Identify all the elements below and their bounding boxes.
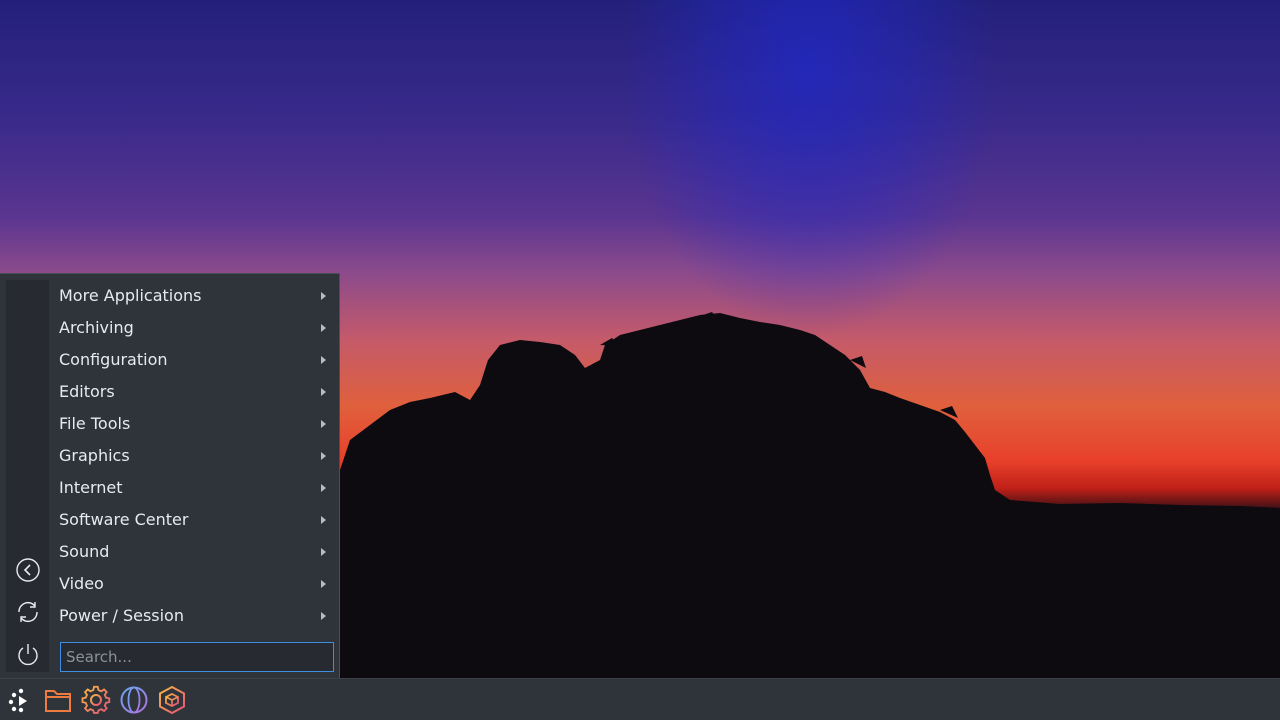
submenu-arrow-icon — [321, 548, 326, 556]
menu-item-editors[interactable]: Editors — [49, 376, 335, 408]
menu-item-label: File Tools — [59, 414, 131, 433]
submenu-arrow-icon — [321, 484, 326, 492]
package-manager-launcher[interactable] — [156, 684, 188, 716]
menu-item-internet[interactable]: Internet — [49, 472, 335, 504]
menu-item-more-applications[interactable]: More Applications — [49, 280, 335, 312]
app-menu-button[interactable] — [3, 684, 35, 716]
refresh-icon — [18, 602, 38, 622]
submenu-arrow-icon — [321, 452, 326, 460]
menu-item-label: Power / Session — [59, 606, 184, 625]
menu-item-power-session[interactable]: Power / Session — [49, 600, 335, 632]
menu-item-label: Archiving — [59, 318, 134, 337]
back-button[interactable] — [14, 556, 42, 584]
submenu-arrow-icon — [321, 388, 326, 396]
power-button[interactable] — [14, 640, 42, 668]
menu-item-label: Video — [59, 574, 104, 593]
menu-category-list: More Applications Archiving Configuratio… — [49, 280, 335, 632]
menu-item-label: More Applications — [59, 286, 202, 305]
file-manager-launcher[interactable] — [42, 684, 74, 716]
submenu-arrow-icon — [321, 612, 326, 620]
menu-item-file-tools[interactable]: File Tools — [49, 408, 335, 440]
application-menu: More Applications Archiving Configuratio… — [0, 273, 340, 678]
power-icon — [18, 644, 38, 666]
menu-item-configuration[interactable]: Configuration — [49, 344, 335, 376]
menu-item-label: Graphics — [59, 446, 130, 465]
menu-item-label: Software Center — [59, 510, 189, 529]
package-manager-icon — [159, 685, 185, 715]
menu-item-label: Internet — [59, 478, 123, 497]
menu-item-graphics[interactable]: Graphics — [49, 440, 335, 472]
menu-item-video[interactable]: Video — [49, 568, 335, 600]
submenu-arrow-icon — [321, 324, 326, 332]
menu-item-label: Editors — [59, 382, 115, 401]
menu-item-software-center[interactable]: Software Center — [49, 504, 335, 536]
submenu-arrow-icon — [321, 420, 326, 428]
menu-sidebar — [6, 280, 49, 672]
refresh-button[interactable] — [14, 598, 42, 626]
back-icon — [16, 558, 40, 582]
web-browser-launcher[interactable] — [118, 684, 150, 716]
taskbar — [0, 678, 1280, 720]
menu-item-sound[interactable]: Sound — [49, 536, 335, 568]
settings-launcher[interactable] — [80, 684, 112, 716]
settings-gear-icon — [81, 685, 111, 714]
submenu-arrow-icon — [321, 292, 326, 300]
search-input[interactable] — [60, 642, 334, 672]
menu-item-label: Sound — [59, 542, 110, 561]
menu-item-label: Configuration — [59, 350, 168, 369]
submenu-arrow-icon — [321, 580, 326, 588]
app-menu-icon — [8, 688, 27, 713]
web-browser-globe-icon — [120, 686, 148, 714]
folder-icon — [45, 690, 71, 712]
submenu-arrow-icon — [321, 356, 326, 364]
submenu-arrow-icon — [321, 516, 326, 524]
menu-item-archiving[interactable]: Archiving — [49, 312, 335, 344]
